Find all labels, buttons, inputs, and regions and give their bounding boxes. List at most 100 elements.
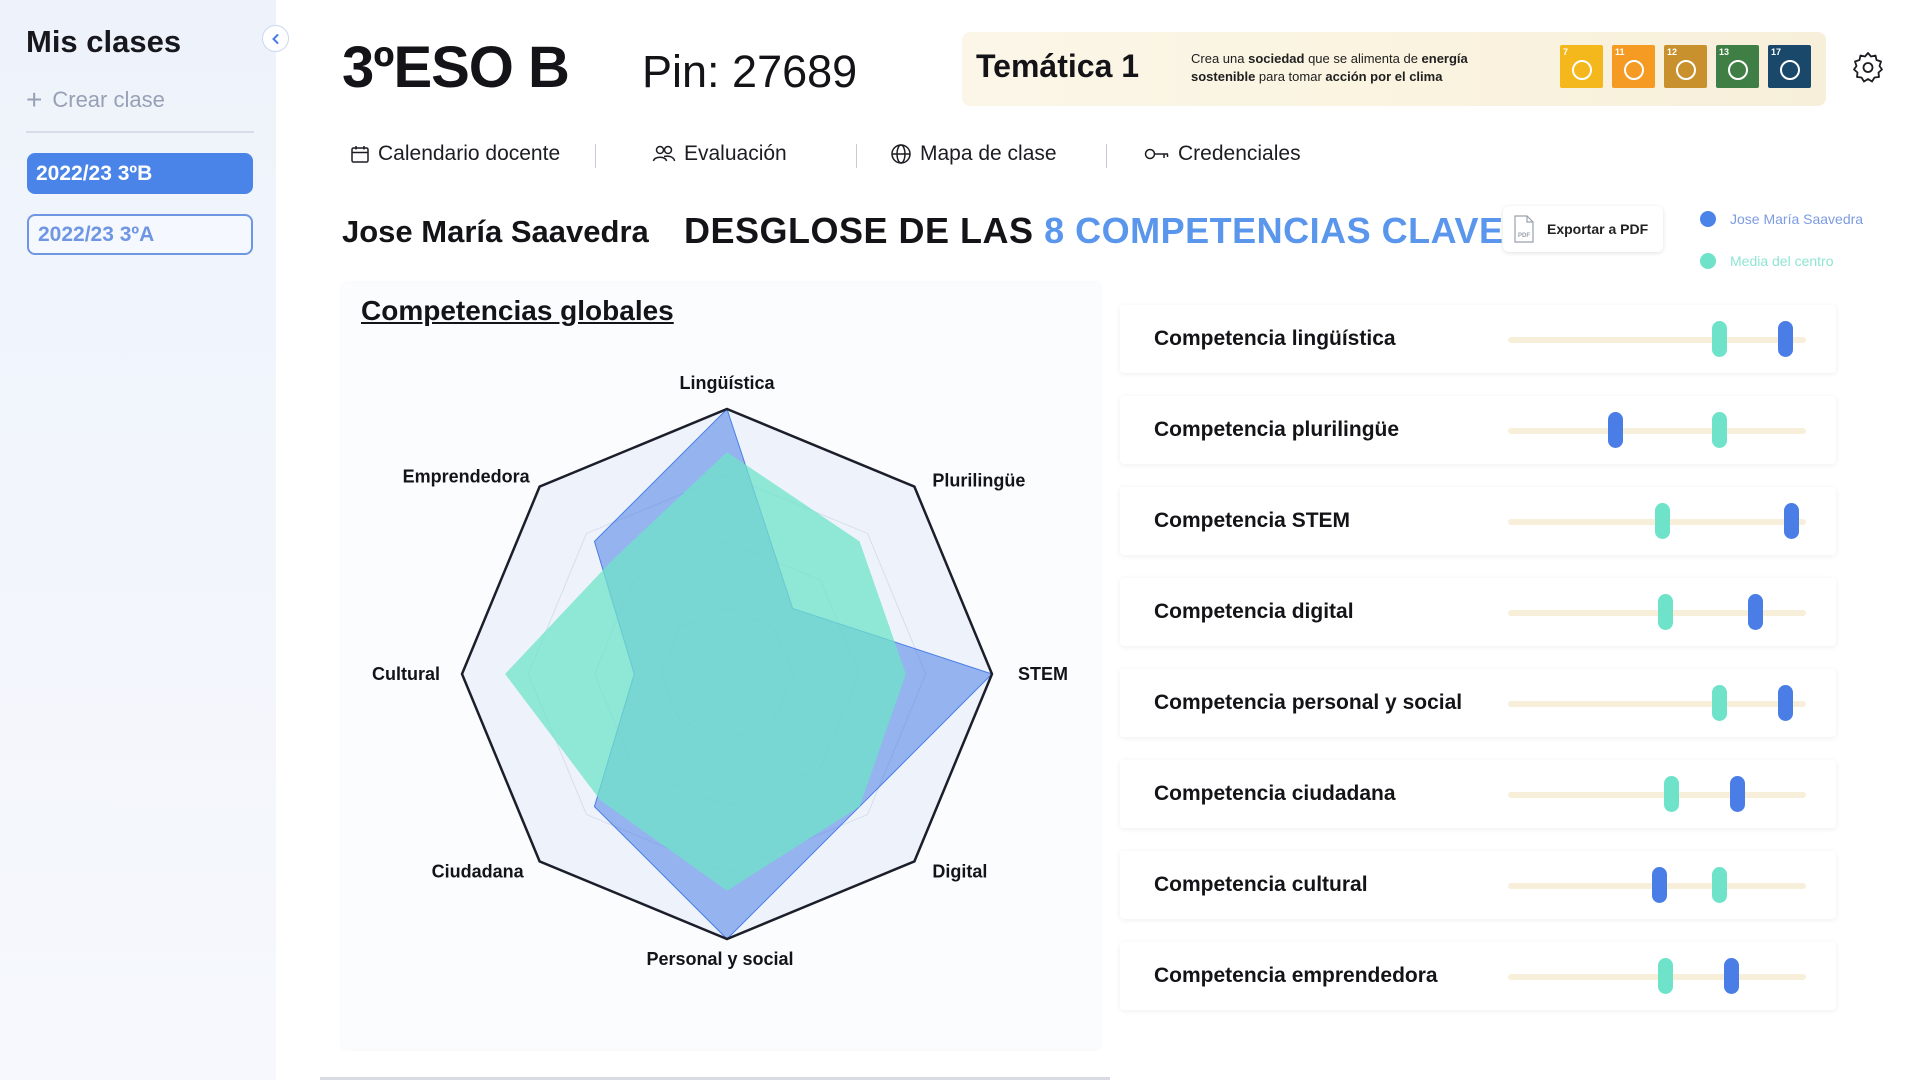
- competency-label: Competencia emprendedora: [1154, 964, 1438, 987]
- theme-description: Crea una sociedad que se alimenta de ene…: [1191, 51, 1468, 84]
- competency-row: Competencia STEM: [1120, 487, 1836, 555]
- student-score-marker: [1777, 685, 1793, 721]
- tab-label: Calendario docente: [378, 142, 561, 165]
- competency-label: Competencia digital: [1154, 600, 1354, 623]
- radar-chart: Lingüística Plurilingüe STEM Digital Persona…: [372, 373, 1068, 969]
- radar-axis-label: Personal y social: [646, 949, 793, 969]
- export-pdf-label: Exportar a PDF: [1547, 221, 1649, 237]
- competency-row: Competencia cultural: [1120, 851, 1836, 919]
- tab-divider: [595, 144, 596, 168]
- radar-axis-label: Plurilingüe: [932, 471, 1025, 491]
- legend-dot: [1700, 253, 1716, 269]
- legend-item-school: Media del centro: [1700, 240, 1863, 282]
- sidebar-title: Mis clases: [26, 24, 182, 59]
- competency-row: Competencia lingüística: [1120, 305, 1836, 373]
- student-score-marker: [1724, 958, 1739, 994]
- chevron-left-icon: [271, 33, 278, 44]
- competency-track: [1508, 776, 1806, 812]
- legend-label: Media del centro: [1730, 253, 1834, 269]
- sdg-7-icon: 7: [1560, 45, 1603, 88]
- competency-row: Competencia emprendedora: [1120, 942, 1836, 1010]
- competency-track: [1508, 685, 1806, 721]
- collapse-sidebar-button[interactable]: [262, 25, 289, 52]
- theme-label: Temática 1: [976, 48, 1140, 84]
- tab-credenciales[interactable]: Credenciales: [1144, 142, 1301, 166]
- tab-mapa-de-clase[interactable]: Mapa de clase: [890, 142, 1057, 166]
- tab-divider: [1106, 144, 1107, 168]
- school-average-marker: [1664, 776, 1680, 812]
- class-item-3b[interactable]: 2022/23 3ºB: [27, 153, 253, 194]
- competency-track: [1508, 958, 1806, 994]
- legend-label: Jose María Saavedra: [1730, 211, 1864, 227]
- chart-legend: Jose María Saavedra Media del centro: [1700, 198, 1863, 282]
- tab-label: Credenciales: [1178, 142, 1301, 165]
- radar-axis-label: Emprendedora: [403, 467, 531, 487]
- radar-axis-label: Cultural: [372, 664, 440, 684]
- radar-axis-label: Ciudadana: [432, 861, 525, 881]
- sidebar: Mis clases + Crear clase 2022/23 3ºB 202…: [0, 0, 276, 1080]
- student-score-marker: [1747, 594, 1763, 630]
- tab-evaluacion[interactable]: Evaluación: [652, 142, 787, 166]
- student-score-marker: [1777, 321, 1793, 357]
- theme-banner: Temática 1 Crea una sociedad que se alim…: [962, 32, 1826, 106]
- competency-row: Competencia plurilingüe: [1120, 396, 1836, 464]
- create-class-label: Crear clase: [52, 87, 165, 112]
- sdg-12-icon: 12: [1664, 45, 1707, 88]
- competency-row: Competencia ciudadana: [1120, 760, 1836, 828]
- sdg-17-icon: 17: [1768, 45, 1811, 88]
- sidebar-divider: [26, 131, 254, 133]
- competency-track: [1508, 412, 1806, 448]
- radar-chart-card: Competencias globales Lingüística Plurili…: [342, 283, 1100, 1049]
- tab-label: Evaluación: [684, 142, 787, 165]
- tab-calendario-docente[interactable]: Calendario docente: [350, 142, 560, 166]
- competencies-heading: DESGLOSE DE LAS 8 COMPETENCIAS CLAVE: [684, 210, 1504, 251]
- competency-track: [1508, 867, 1806, 903]
- school-average-marker: [1712, 412, 1728, 448]
- student-name: Jose María Saavedra: [342, 214, 649, 249]
- plus-icon: +: [26, 84, 43, 115]
- competency-track: [1508, 503, 1806, 539]
- sdg-11-icon: 11: [1612, 45, 1655, 88]
- radar-axis-label: STEM: [1018, 664, 1068, 684]
- pdf-file-icon: PDF: [1514, 215, 1534, 243]
- class-item-label: 2022/23 3ºA: [38, 222, 155, 246]
- calendar-icon: [351, 146, 369, 163]
- school-average-marker: [1658, 594, 1674, 630]
- competency-label: Competencia personal y social: [1154, 691, 1463, 714]
- settings-button[interactable]: [1851, 50, 1885, 84]
- legend-dot: [1700, 211, 1716, 227]
- competency-label: Competencia plurilingüe: [1154, 418, 1400, 441]
- competency-row: Competencia digital: [1120, 578, 1836, 646]
- competency-track: [1508, 321, 1806, 357]
- export-pdf-button[interactable]: PDF Exportar a PDF: [1503, 206, 1663, 252]
- key-icon: [1144, 148, 1169, 160]
- class-title: 3ºESO B: [342, 35, 570, 100]
- tab-label: Mapa de clase: [920, 142, 1057, 165]
- users-icon: [652, 145, 676, 162]
- radar-axis-label: Lingüística: [679, 373, 775, 393]
- class-pin: Pin: 27689: [642, 46, 858, 97]
- svg-text:PDF: PDF: [1518, 233, 1530, 239]
- sdg-icons: 7 11 12 13 17: [1560, 45, 1811, 88]
- school-average-marker: [1712, 685, 1728, 721]
- sdg-13-icon: 13: [1716, 45, 1759, 88]
- tab-divider: [856, 144, 857, 168]
- create-class-button[interactable]: + Crear clase: [26, 86, 165, 114]
- school-average-marker: [1712, 867, 1728, 903]
- gear-icon: [1853, 52, 1883, 83]
- school-average-marker: [1712, 321, 1728, 357]
- competency-track: [1508, 594, 1806, 630]
- school-average-marker: [1658, 958, 1674, 994]
- student-score-marker: [1783, 503, 1799, 539]
- student-score-marker: [1652, 867, 1668, 903]
- class-item-label: 2022/23 3ºB: [36, 161, 153, 185]
- competencies-heading-accent: 8 COMPETENCIAS CLAVE: [1044, 210, 1504, 251]
- student-score-marker: [1607, 412, 1623, 448]
- class-item-3a[interactable]: 2022/23 3ºA: [27, 214, 253, 255]
- competency-label: Competencia lingüística: [1154, 327, 1396, 350]
- competency-label: Competencia STEM: [1154, 509, 1351, 532]
- competency-label: Competencia cultural: [1154, 873, 1368, 896]
- radar-axis-label: Digital: [932, 861, 987, 881]
- globe-icon: [891, 144, 911, 164]
- competency-row: Competencia personal y social: [1120, 669, 1836, 737]
